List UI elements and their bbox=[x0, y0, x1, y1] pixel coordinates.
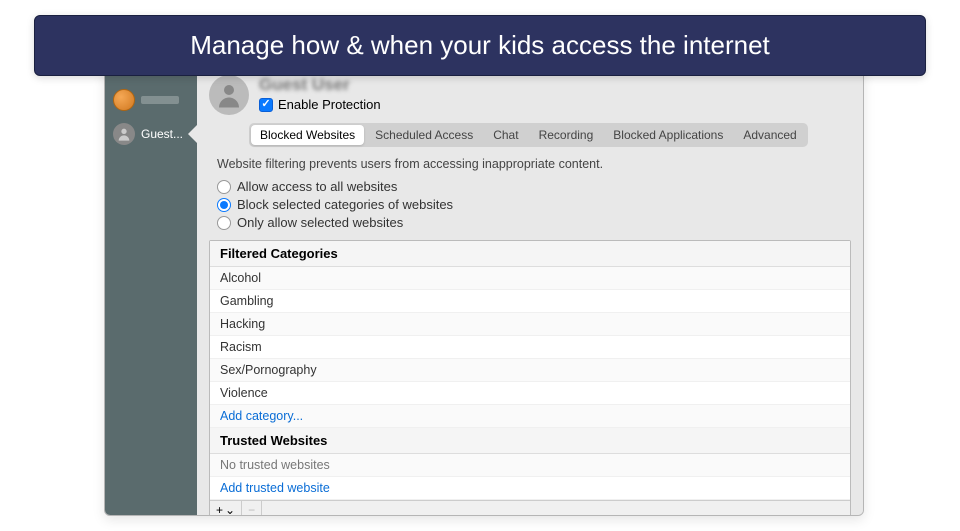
tab-blocked-websites[interactable]: Blocked Websites bbox=[251, 125, 364, 145]
radio-only-allow[interactable]: Only allow selected websites bbox=[217, 215, 851, 230]
radio-icon[interactable] bbox=[217, 180, 231, 194]
main-pane: Guest User Enable Protection Blocked Web… bbox=[197, 49, 863, 515]
app-window: Guest... Guest User Enable Protection Bl… bbox=[104, 48, 864, 516]
radio-icon[interactable] bbox=[217, 216, 231, 230]
filtered-categories-header: Filtered Categories bbox=[210, 241, 850, 267]
sidebar-item-label: Guest... bbox=[141, 127, 183, 141]
tab-bar: Blocked Websites Scheduled Access Chat R… bbox=[249, 123, 808, 147]
avatar-icon bbox=[113, 123, 135, 145]
tab-advanced[interactable]: Advanced bbox=[734, 125, 805, 145]
promo-banner: Manage how & when your kids access the i… bbox=[34, 15, 926, 76]
add-trusted-link[interactable]: Add trusted website bbox=[210, 477, 850, 500]
enable-protection-row[interactable]: Enable Protection bbox=[259, 97, 381, 112]
user-info: Guest User Enable Protection bbox=[259, 75, 381, 112]
panel-toolbar: + ⌄ − bbox=[210, 500, 850, 515]
user-header: Guest User Enable Protection bbox=[209, 75, 851, 115]
radio-label: Block selected categories of websites bbox=[237, 197, 453, 212]
user-avatar bbox=[209, 75, 249, 115]
plus-icon: + bbox=[216, 503, 223, 515]
tab-blocked-applications[interactable]: Blocked Applications bbox=[604, 125, 732, 145]
trusted-websites-header: Trusted Websites bbox=[210, 428, 850, 454]
filtering-description: Website filtering prevents users from ac… bbox=[217, 157, 851, 171]
radio-label: Allow access to all websites bbox=[237, 179, 397, 194]
sidebar-item-user-0[interactable] bbox=[105, 83, 197, 117]
avatar-icon bbox=[113, 89, 135, 111]
enable-protection-label: Enable Protection bbox=[278, 97, 381, 112]
category-item[interactable]: Sex/Pornography bbox=[210, 359, 850, 382]
filter-mode-group: Allow access to all websites Block selec… bbox=[217, 179, 851, 230]
radio-allow-all[interactable]: Allow access to all websites bbox=[217, 179, 851, 194]
tab-recording[interactable]: Recording bbox=[530, 125, 603, 145]
radio-label: Only allow selected websites bbox=[237, 215, 403, 230]
chevron-down-icon: ⌄ bbox=[225, 503, 235, 515]
user-sidebar: Guest... bbox=[105, 49, 197, 515]
category-item[interactable]: Alcohol bbox=[210, 267, 850, 290]
sidebar-item-guest[interactable]: Guest... bbox=[105, 117, 197, 151]
radio-block-categories[interactable]: Block selected categories of websites bbox=[217, 197, 851, 212]
category-item[interactable]: Hacking bbox=[210, 313, 850, 336]
sidebar-item-label bbox=[141, 96, 179, 104]
categories-panel: Filtered Categories Alcohol Gambling Hac… bbox=[209, 240, 851, 515]
radio-icon[interactable] bbox=[217, 198, 231, 212]
user-name: Guest User bbox=[259, 75, 381, 95]
tab-scheduled-access[interactable]: Scheduled Access bbox=[366, 125, 482, 145]
category-item[interactable]: Racism bbox=[210, 336, 850, 359]
tab-chat[interactable]: Chat bbox=[484, 125, 527, 145]
trusted-empty: No trusted websites bbox=[210, 454, 850, 477]
enable-protection-checkbox[interactable] bbox=[259, 98, 273, 112]
minus-icon: − bbox=[248, 503, 255, 515]
remove-button[interactable]: − bbox=[242, 501, 262, 515]
category-item[interactable]: Gambling bbox=[210, 290, 850, 313]
add-button[interactable]: + ⌄ bbox=[210, 501, 242, 515]
category-item[interactable]: Violence bbox=[210, 382, 850, 405]
add-category-link[interactable]: Add category... bbox=[210, 405, 850, 428]
